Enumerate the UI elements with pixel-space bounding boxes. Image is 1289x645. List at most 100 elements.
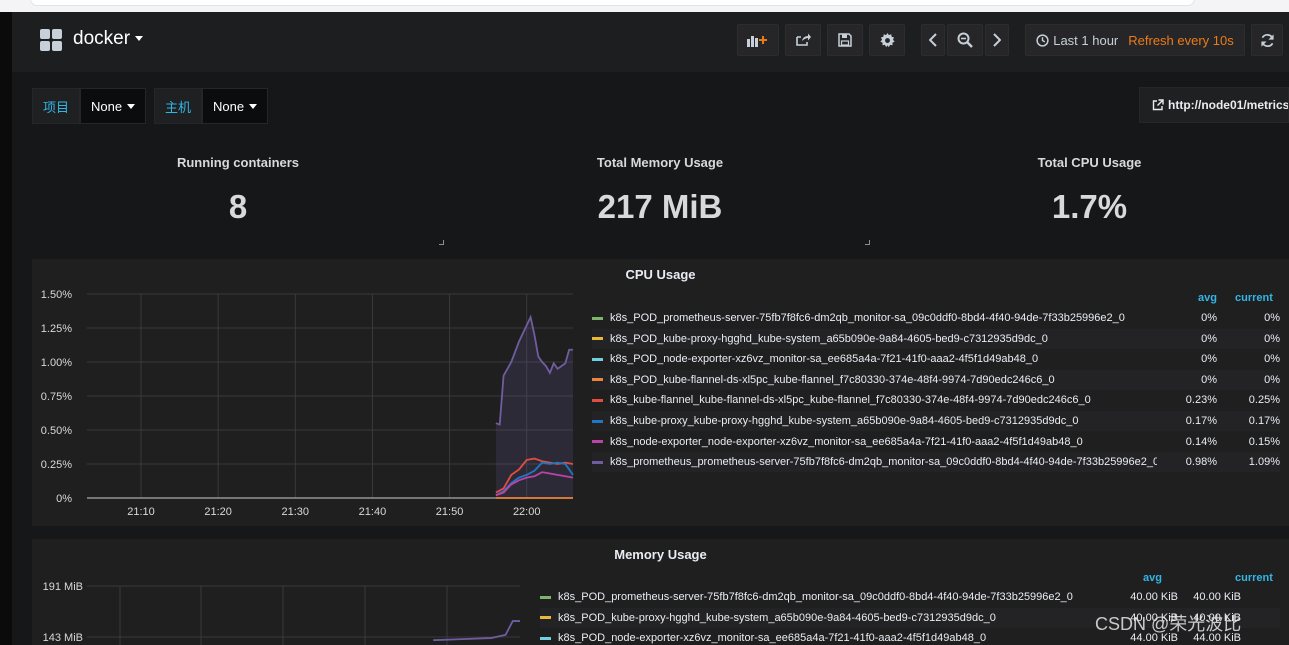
- refresh-button[interactable]: [1251, 24, 1283, 56]
- memory-usage-chart[interactable]: 191 MiB 143 MiB: [32, 539, 532, 645]
- external-link-label: http://node01/metrics: [1168, 98, 1289, 112]
- stat-total-memory: Total Memory Usage 217 MiB: [450, 143, 870, 259]
- dashboard-picker[interactable]: docker: [73, 28, 144, 50]
- legend-current-value: 0.17%: [1248, 415, 1280, 427]
- x-tick-label: 21:20: [204, 506, 232, 518]
- legend-series-name[interactable]: k8s_POD_prometheus-server-75fb7f8fc6-dm2…: [610, 312, 1157, 324]
- legend-avg-value: 0%: [1201, 312, 1217, 324]
- y-tick-label: 0.25%: [41, 459, 72, 471]
- variable-value: None: [91, 98, 123, 114]
- stat-title[interactable]: Running containers: [32, 155, 444, 170]
- legend-series-name[interactable]: k8s_POD_kube-proxy-hgghd_kube-system_a65…: [558, 612, 1118, 624]
- legend-current-value: 0.25%: [1248, 394, 1280, 407]
- legend-item[interactable]: k8s_POD_node-exporter-xz6vz_monitor-sa_e…: [592, 349, 1280, 369]
- save-icon: [838, 33, 852, 47]
- legend-color-swatch[interactable]: [592, 337, 603, 341]
- stat-total-cpu: Total CPU Usage 1.7%: [876, 143, 1289, 259]
- share-icon: [796, 33, 811, 46]
- legend-avg-header[interactable]: avg: [1198, 292, 1217, 304]
- legend-item[interactable]: k8s_POD_kube-flannel-ds-xl5pc_kube-flann…: [592, 369, 1280, 390]
- y-tick-label: 0.50%: [41, 425, 72, 437]
- stat-value: 1.7%: [1051, 188, 1128, 225]
- legend-color-swatch[interactable]: [592, 460, 603, 464]
- add-panel-button[interactable]: [737, 24, 779, 56]
- y-tick-label: 0.75%: [41, 391, 72, 403]
- variable-host: 主机 None: [154, 88, 269, 124]
- resize-handle[interactable]: [439, 240, 444, 245]
- stat-value: 8: [228, 188, 248, 225]
- share-button[interactable]: [785, 24, 821, 56]
- legend-color-swatch[interactable]: [592, 357, 603, 361]
- y-tick-label: 191 MiB: [43, 581, 83, 593]
- chevron-left-icon: [929, 33, 937, 47]
- legend-current-value: 0.15%: [1248, 435, 1280, 448]
- stat-title[interactable]: Total Memory Usage: [450, 155, 870, 170]
- external-link-button[interactable]: http://node01/metrics: [1139, 87, 1289, 123]
- legend-current-value: 0%: [1264, 373, 1280, 386]
- legend-series-name[interactable]: k8s_POD_node-exporter-xz6vz_monitor-sa_e…: [558, 632, 1118, 644]
- x-tick-label: 22:00: [513, 506, 541, 518]
- x-tick-label: 21:40: [359, 506, 387, 518]
- variable-select[interactable]: None: [202, 88, 269, 124]
- caret-down-icon: [135, 36, 144, 42]
- legend-avg-value: 0.98%: [1185, 456, 1217, 469]
- legend-series-name[interactable]: k8s_POD_node-exporter-xz6vz_monitor-sa_e…: [610, 353, 1157, 365]
- legend-current-header[interactable]: current: [1235, 292, 1273, 304]
- legend-color-swatch[interactable]: [540, 616, 551, 620]
- legend-series-name[interactable]: k8s_node-exporter_node-exporter-xz6vz_mo…: [610, 436, 1157, 448]
- left-edge-bar: [0, 12, 12, 645]
- legend-current-value: 40.00 KiB: [1193, 591, 1241, 603]
- gear-icon: [879, 32, 895, 47]
- legend-color-swatch[interactable]: [592, 419, 603, 423]
- legend-item[interactable]: k8s_kube-proxy_kube-proxy-hgghd_kube-sys…: [592, 411, 1280, 431]
- time-forward-button[interactable]: [985, 24, 1009, 56]
- y-tick-label: 1.00%: [41, 357, 72, 369]
- legend-item[interactable]: k8s_node-exporter_node-exporter-xz6vz_mo…: [592, 432, 1280, 452]
- legend-series-name[interactable]: k8s_POD_kube-flannel-ds-xl5pc_kube-flann…: [610, 374, 1157, 386]
- x-tick-label: 21:30: [282, 506, 310, 518]
- legend-color-swatch[interactable]: [540, 595, 551, 599]
- legend-avg-value: 0.14%: [1185, 435, 1217, 448]
- time-picker-button[interactable]: Last 1 hour Refresh every 10s: [1025, 24, 1245, 56]
- variable-select[interactable]: None: [80, 88, 147, 124]
- y-tick-label: 143 MiB: [43, 632, 83, 644]
- legend-item[interactable]: k8s_kube-flannel_kube-flannel-ds-xl5pc_k…: [592, 390, 1280, 410]
- cpu-usage-chart[interactable]: 1.50% 1.25% 1.00% 0.75% 0.50% 0.25% 0% 21:10 21:…: [32, 259, 587, 526]
- refresh-interval-label: Refresh every 10s: [1128, 32, 1234, 48]
- legend-current-value: 1.09%: [1248, 456, 1280, 469]
- legend-item[interactable]: k8s_POD_prometheus-server-75fb7f8fc6-dm2…: [592, 308, 1280, 328]
- resize-handle[interactable]: [865, 240, 870, 245]
- time-back-button[interactable]: [921, 24, 945, 56]
- legend-series-name[interactable]: k8s_POD_kube-proxy-hgghd_kube-system_a65…: [610, 333, 1157, 345]
- browser-address-bar: [30, 0, 1195, 6]
- legend-color-swatch[interactable]: [592, 316, 603, 320]
- legend-color-swatch[interactable]: [592, 378, 603, 382]
- legend-series-name[interactable]: k8s_prometheus_prometheus-server-75fb7f8…: [610, 456, 1157, 468]
- grid-icon[interactable]: [40, 29, 62, 51]
- legend-color-swatch[interactable]: [540, 636, 551, 640]
- legend-series-name[interactable]: k8s_POD_prometheus-server-75fb7f8fc6-dm2…: [558, 591, 1118, 603]
- stat-title[interactable]: Total CPU Usage: [876, 155, 1289, 170]
- legend-avg-header[interactable]: avg: [1143, 572, 1162, 584]
- variable-project: 项目 None: [32, 88, 147, 124]
- variable-label: 主机: [154, 88, 203, 124]
- settings-button[interactable]: [869, 24, 905, 56]
- legend-color-swatch[interactable]: [592, 440, 603, 444]
- legend-avg-value: 40.00 KiB: [1130, 591, 1178, 603]
- zoom-out-button[interactable]: [947, 24, 983, 56]
- legend-series-name[interactable]: k8s_kube-proxy_kube-proxy-hgghd_kube-sys…: [610, 415, 1157, 427]
- legend-color-swatch[interactable]: [592, 398, 603, 402]
- legend-item[interactable]: k8s_POD_kube-proxy-hgghd_kube-system_a65…: [592, 328, 1280, 349]
- legend-item[interactable]: k8s_POD_prometheus-server-75fb7f8fc6-dm2…: [540, 587, 1280, 607]
- legend-avg-value: 0%: [1201, 373, 1217, 386]
- legend-item[interactable]: k8s_prometheus_prometheus-server-75fb7f8…: [592, 452, 1280, 473]
- dashboard-title: docker: [73, 28, 131, 49]
- bar-chart-add-icon: [747, 36, 767, 47]
- save-button[interactable]: [827, 24, 863, 56]
- legend-current-value: 0%: [1264, 312, 1280, 324]
- variable-label: 项目: [32, 88, 81, 124]
- grafana-app: docker Last 1 hour Refresh every 10s 项目 …: [12, 12, 1289, 645]
- legend-series-name[interactable]: k8s_kube-flannel_kube-flannel-ds-xl5pc_k…: [610, 394, 1157, 406]
- legend-current-header[interactable]: current: [1235, 572, 1273, 584]
- variable-value: None: [213, 98, 245, 114]
